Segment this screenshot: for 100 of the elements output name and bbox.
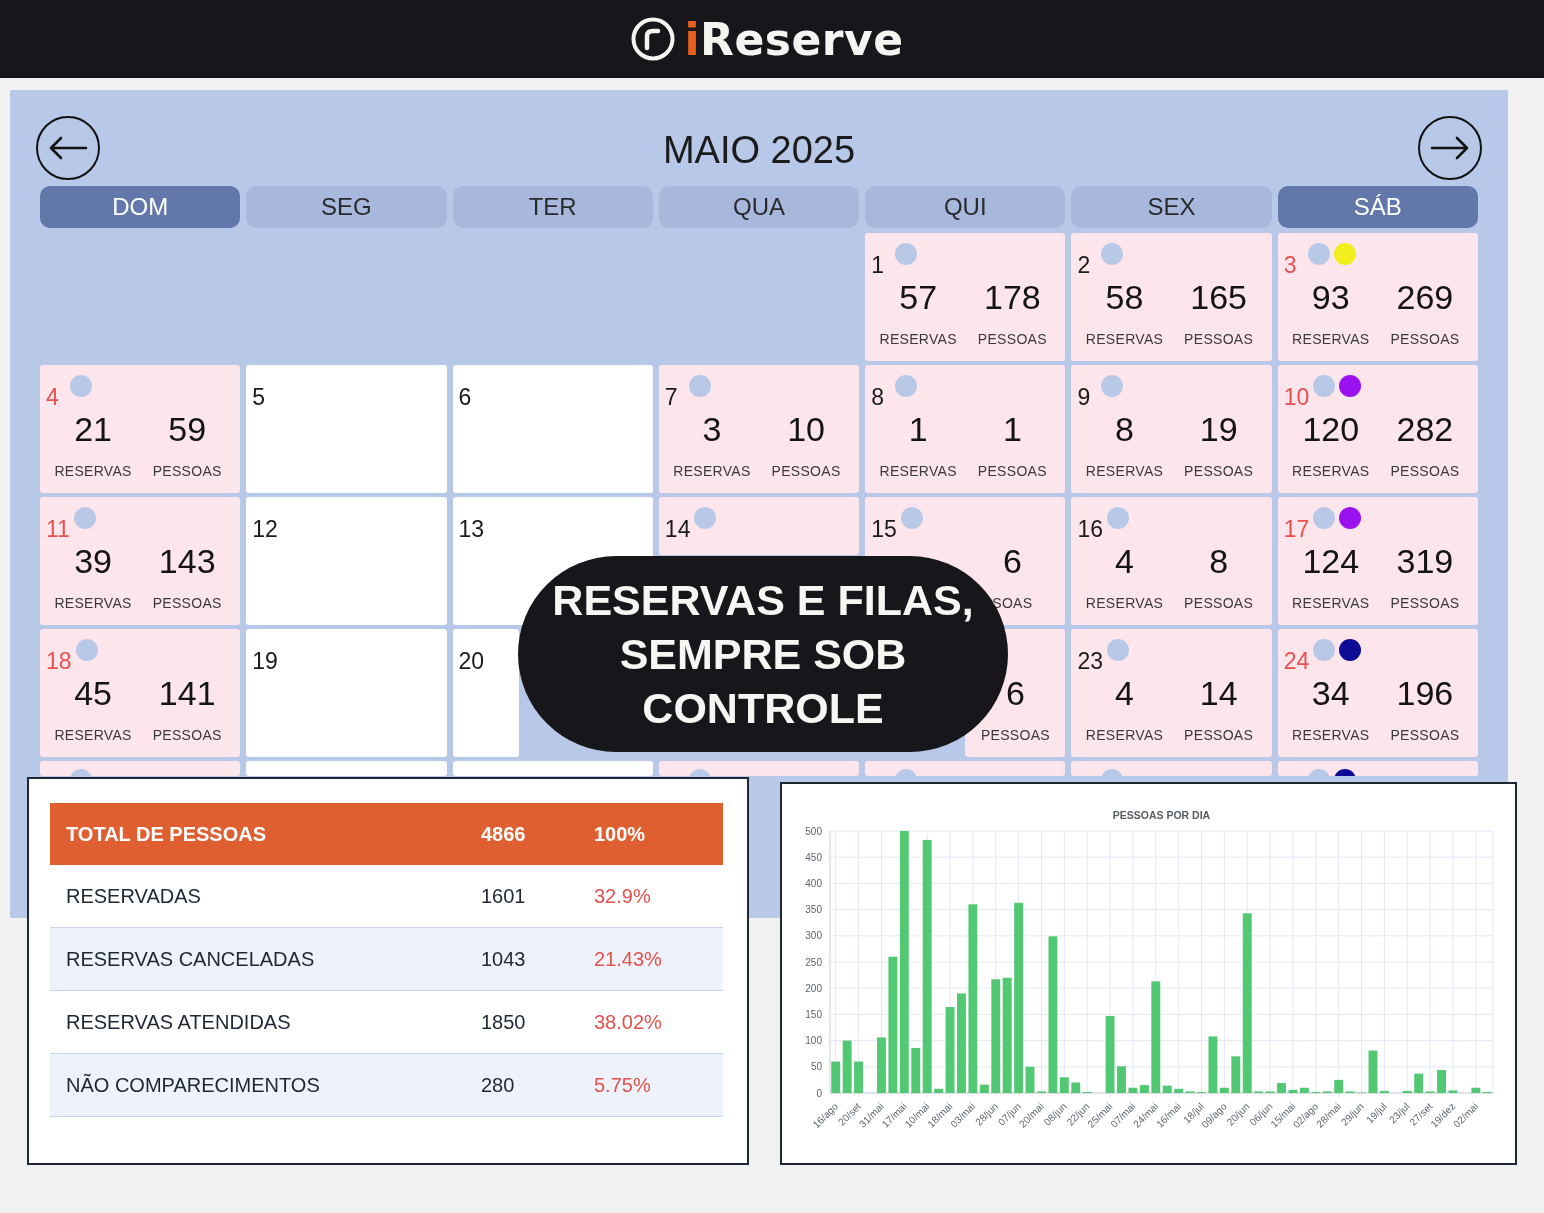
day-cell[interactable]: 20 — [452, 629, 519, 757]
axis-label: 250 — [805, 956, 822, 968]
day-cell[interactable]: 16 4 RESERVAS 8 PESSOAS — [1071, 497, 1272, 625]
weekday-header: QUI — [865, 186, 1066, 228]
table-cell-text: RESERVADAS — [66, 884, 202, 908]
stat-label: RESERVAS — [879, 331, 957, 347]
day-number: 6 — [458, 384, 472, 411]
people-count: 19 — [1199, 409, 1238, 449]
stat-label: RESERVAS — [54, 727, 132, 743]
day-cell[interactable]: 8 1 RESERVAS 1 PESSOAS — [865, 365, 1066, 493]
stat-label: PESSOAS — [1184, 331, 1254, 347]
table-cell-text: NÃO COMPARECIMENTOS — [66, 1073, 321, 1097]
day-cell[interactable]: 24 34 RESERVAS 196 PESSOAS — [1277, 629, 1478, 757]
day-cell[interactable]: 18 45 RESERVAS 141 PESSOAS — [40, 629, 241, 757]
axis-label: 500 — [805, 825, 822, 837]
stat-label: PESSOAS — [152, 595, 222, 611]
previous-month-button[interactable] — [36, 116, 100, 180]
reservations-count: 45 — [74, 673, 112, 713]
table-cell-text: 38.02% — [594, 1010, 663, 1034]
stat-label: RESERVAS — [54, 595, 132, 611]
day-cell[interactable]: 7 3 RESERVAS 10 PESSOAS — [658, 365, 860, 493]
table-cell-text: TOTAL DE PESSOAS — [66, 822, 268, 846]
day-number: 11 — [46, 516, 70, 543]
bar — [1277, 1083, 1286, 1093]
day-number: 10 — [1283, 384, 1310, 411]
people-count: 8 — [1209, 541, 1229, 581]
stat-label: RESERVAS — [54, 463, 132, 479]
axis-label: 350 — [805, 904, 822, 916]
stat-label: PESSOAS — [1390, 331, 1460, 347]
bar — [1437, 1069, 1446, 1093]
day-cell[interactable]: 12 — [246, 497, 447, 625]
axis-label: 450 — [805, 851, 822, 863]
day-cell[interactable]: 3 93 RESERVAS 269 PESSOAS — [1277, 233, 1478, 361]
weekday-header: QUA — [658, 186, 860, 228]
day-cell[interactable] — [865, 761, 1066, 776]
people-count: 10 — [787, 409, 825, 449]
arrow-left-icon — [48, 136, 88, 160]
day-cell[interactable]: 2 58 RESERVAS 165 PESSOAS — [1071, 233, 1272, 361]
table-cell-text: 1850 — [481, 1010, 527, 1034]
people-count: 6 — [1002, 541, 1022, 581]
day-cell[interactable]: 23 4 RESERVAS 14 PESSOAS — [1071, 629, 1272, 757]
day-cell[interactable] — [658, 761, 860, 776]
people-count: 143 — [158, 541, 216, 581]
day-number: 8 — [871, 384, 884, 411]
day-number: 16 — [1077, 516, 1103, 543]
day-cell[interactable]: 4 21 RESERVAS 59 PESSOAS — [40, 365, 241, 493]
day-cell[interactable]: 11 39 RESERVAS 143 PESSOAS — [40, 497, 241, 625]
stat-label: PESSOAS — [152, 463, 222, 479]
day-cell[interactable]: 17 124 RESERVAS 319 PESSOAS — [1277, 497, 1478, 625]
people-count: 59 — [168, 409, 207, 449]
table-cell-text: RESERVAS ATENDIDAS — [66, 1010, 292, 1034]
day-cell[interactable] — [246, 761, 447, 776]
stat-label: RESERVAS — [673, 463, 751, 479]
axis-label: 200 — [805, 982, 822, 994]
people-count: 141 — [158, 673, 216, 713]
people-count: 1 — [1002, 409, 1022, 449]
day-cell[interactable] — [40, 761, 241, 776]
day-cell[interactable]: 10 120 RESERVAS 282 PESSOAS — [1277, 365, 1478, 493]
day-cell[interactable]: 1 57 RESERVAS 178 PESSOAS — [865, 233, 1066, 361]
stat-label: RESERVAS — [1085, 595, 1164, 611]
day-number: 7 — [664, 384, 678, 411]
day-cell[interactable]: 6 — [452, 365, 653, 493]
day-cell[interactable] — [1071, 761, 1272, 776]
day-number: 5 — [252, 384, 266, 411]
stat-label: PESSOAS — [977, 463, 1047, 479]
day-number: 18 — [46, 648, 72, 675]
reservations-count: 8 — [1115, 409, 1134, 449]
bar — [1117, 1066, 1126, 1093]
bar — [854, 1061, 864, 1093]
stat-label: PESSOAS — [152, 727, 222, 743]
stat-label: PESSOAS — [1390, 727, 1460, 743]
month-title: MAIO 2025 — [662, 127, 856, 172]
people-count: 165 — [1190, 277, 1247, 317]
stat-label: RESERVAS — [1292, 727, 1370, 743]
reservations-count: 58 — [1105, 277, 1144, 317]
table-cell-text: 100% — [594, 822, 647, 846]
day-cell[interactable]: 9 8 RESERVAS 19 PESSOAS — [1071, 365, 1272, 493]
next-month-button[interactable] — [1418, 116, 1482, 180]
day-number: 13 — [458, 516, 485, 543]
day-number: 1 — [871, 252, 884, 279]
day-cell[interactable] — [1277, 761, 1478, 776]
stat-label: RESERVAS — [879, 463, 957, 479]
day-cell[interactable] — [452, 761, 653, 776]
table-cell-text: 1043 — [481, 947, 527, 971]
day-number: 24 — [1283, 648, 1310, 675]
stat-label: RESERVAS — [1292, 595, 1370, 611]
chart-title: PESSOAS POR DIA — [1112, 809, 1211, 821]
table-cell-text: 32.9% — [594, 884, 652, 908]
stat-label: PESSOAS — [980, 727, 1050, 743]
bar — [877, 1037, 886, 1093]
day-cell[interactable]: 14 — [658, 497, 860, 555]
day-cell[interactable]: 5 — [246, 365, 447, 493]
day-number: 2 — [1077, 252, 1091, 279]
axis-label: 300 — [805, 930, 822, 942]
weekday-header: TER — [452, 186, 653, 228]
axis-label: 400 — [805, 877, 822, 889]
day-number: 23 — [1077, 648, 1103, 675]
day-cell[interactable]: 19 — [246, 629, 447, 757]
stat-label: PESSOAS — [1390, 463, 1460, 479]
bar — [1402, 1090, 1412, 1093]
